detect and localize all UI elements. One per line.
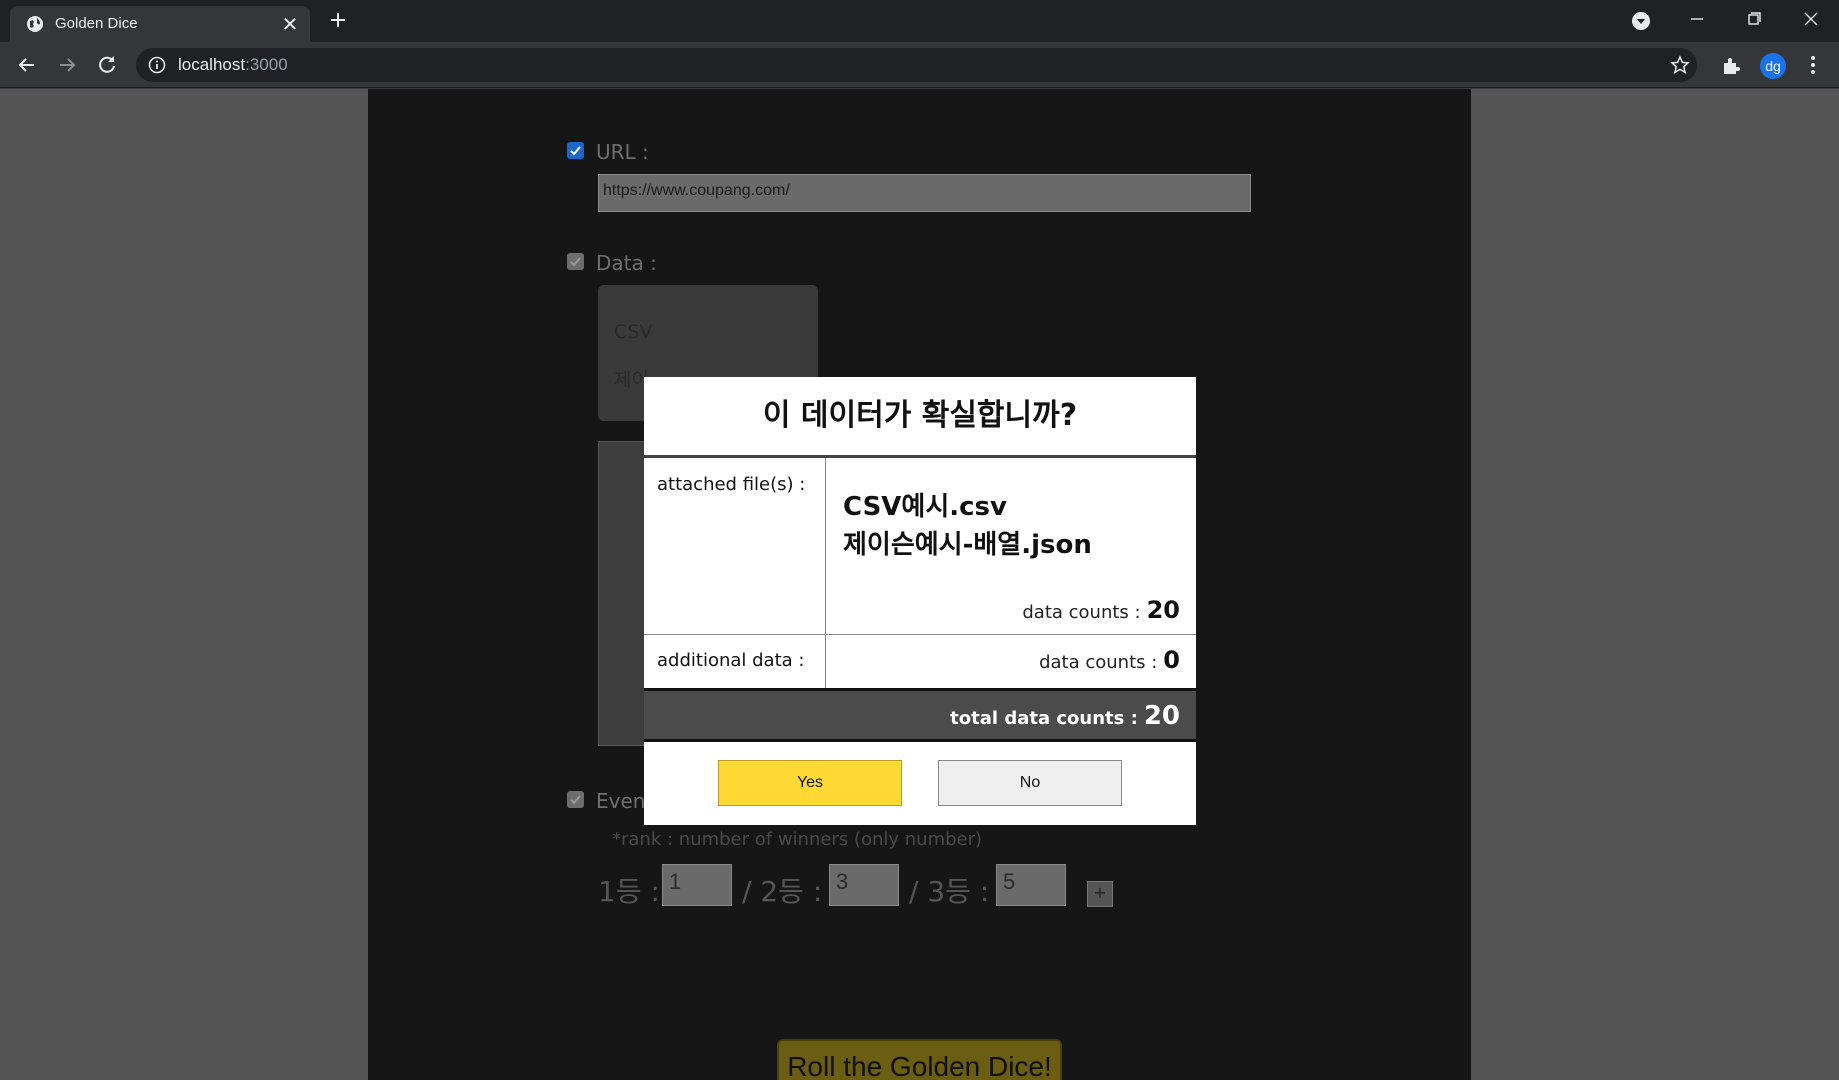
additional-data-row: additional data : data counts :0 — [644, 635, 1196, 688]
total-row: total data counts :20 — [644, 688, 1196, 742]
browser-tab-bar: Golden Dice ✕ — [0, 0, 1839, 42]
additional-count-label: data counts : — [1039, 652, 1158, 673]
url-checkbox[interactable] — [567, 142, 584, 159]
attached-count-value: 20 — [1146, 596, 1180, 624]
column-divider — [825, 635, 826, 688]
event-checkbox[interactable] — [567, 791, 584, 808]
no-button[interactable]: No — [938, 760, 1122, 806]
yes-button[interactable]: Yes — [718, 760, 902, 806]
attached-file-1: CSV — [614, 321, 653, 343]
restore-icon[interactable] — [1739, 6, 1769, 32]
rank2-input[interactable]: 3 — [829, 864, 899, 906]
roll-dice-button[interactable]: Roll the Golden Dice! — [777, 1039, 1062, 1080]
attached-files-label: attached file(s) : — [657, 474, 806, 495]
address-bar[interactable]: localhost:3000 — [136, 48, 1697, 82]
check-icon — [570, 795, 581, 805]
rank1-label: 1등 : — [598, 875, 660, 908]
event-hint: *rank : number of winners (only number) — [612, 829, 983, 850]
attached-files-list: CSV예시.csv 제이슨예시-배열.json — [843, 488, 1092, 564]
attached-data-count: data counts :20 — [1022, 596, 1180, 624]
profile-avatar[interactable]: dg — [1760, 53, 1786, 79]
browser-toolbar: localhost:3000 dg — [0, 42, 1839, 88]
extensions-icon[interactable] — [1720, 55, 1742, 77]
data-checkbox[interactable] — [567, 253, 584, 270]
new-tab-icon[interactable] — [326, 8, 350, 32]
column-divider — [825, 458, 826, 634]
tab-search-icon[interactable] — [1631, 11, 1651, 31]
check-icon — [570, 257, 581, 267]
additional-data-label: additional data : — [657, 650, 805, 671]
attached-files-row: attached file(s) : CSV예시.csv 제이슨예시-배열.js… — [644, 458, 1196, 634]
browser-tab[interactable]: Golden Dice ✕ — [10, 6, 310, 42]
bookmark-star-icon[interactable] — [1670, 55, 1690, 75]
forward-icon[interactable] — [54, 52, 80, 78]
confirm-modal: 이 데이터가 확실합니까? attached file(s) : CSV예시.c… — [644, 377, 1196, 825]
rank2-label: / 2등 : — [742, 875, 823, 908]
attached-file-name: 제이슨예시-배열.json — [843, 530, 1092, 560]
rank3-label: / 3등 : — [909, 875, 990, 908]
window-close-icon[interactable] — [1796, 6, 1826, 32]
attached-file-name: CSV예시.csv — [843, 492, 1007, 522]
reload-icon[interactable] — [94, 52, 120, 78]
rank3-input[interactable]: 5 — [996, 864, 1066, 906]
add-rank-button[interactable]: + — [1087, 881, 1113, 907]
total-count-value: 20 — [1143, 701, 1180, 731]
tab-title: Golden Dice — [55, 15, 138, 32]
globe-icon — [27, 16, 43, 32]
url-input[interactable]: https://www.coupang.com/ — [598, 174, 1251, 212]
site-info-icon[interactable] — [148, 56, 166, 74]
url-text: localhost:3000 — [178, 55, 288, 75]
rank1-input[interactable]: 1 — [662, 864, 732, 906]
back-icon[interactable] — [14, 52, 40, 78]
additional-count-value: 0 — [1163, 646, 1180, 674]
additional-data-count: data counts :0 — [1039, 646, 1180, 674]
page-viewport: URL : https://www.coupang.com/ Data : CS… — [0, 89, 1839, 1080]
data-label: Data : — [596, 251, 657, 275]
total-count-label: total data counts : — [950, 708, 1138, 729]
attached-count-label: data counts : — [1022, 602, 1141, 623]
total-data-count: total data counts :20 — [950, 701, 1180, 731]
modal-title: 이 데이터가 확실합니까? — [762, 398, 1078, 433]
more-menu-icon[interactable] — [1802, 54, 1824, 76]
check-icon — [570, 146, 581, 156]
url-label: URL : — [596, 140, 649, 164]
tab-close-icon[interactable]: ✕ — [278, 12, 302, 36]
url-port: :3000 — [245, 55, 288, 74]
minimize-icon[interactable] — [1682, 6, 1712, 32]
url-host: localhost — [178, 55, 246, 74]
